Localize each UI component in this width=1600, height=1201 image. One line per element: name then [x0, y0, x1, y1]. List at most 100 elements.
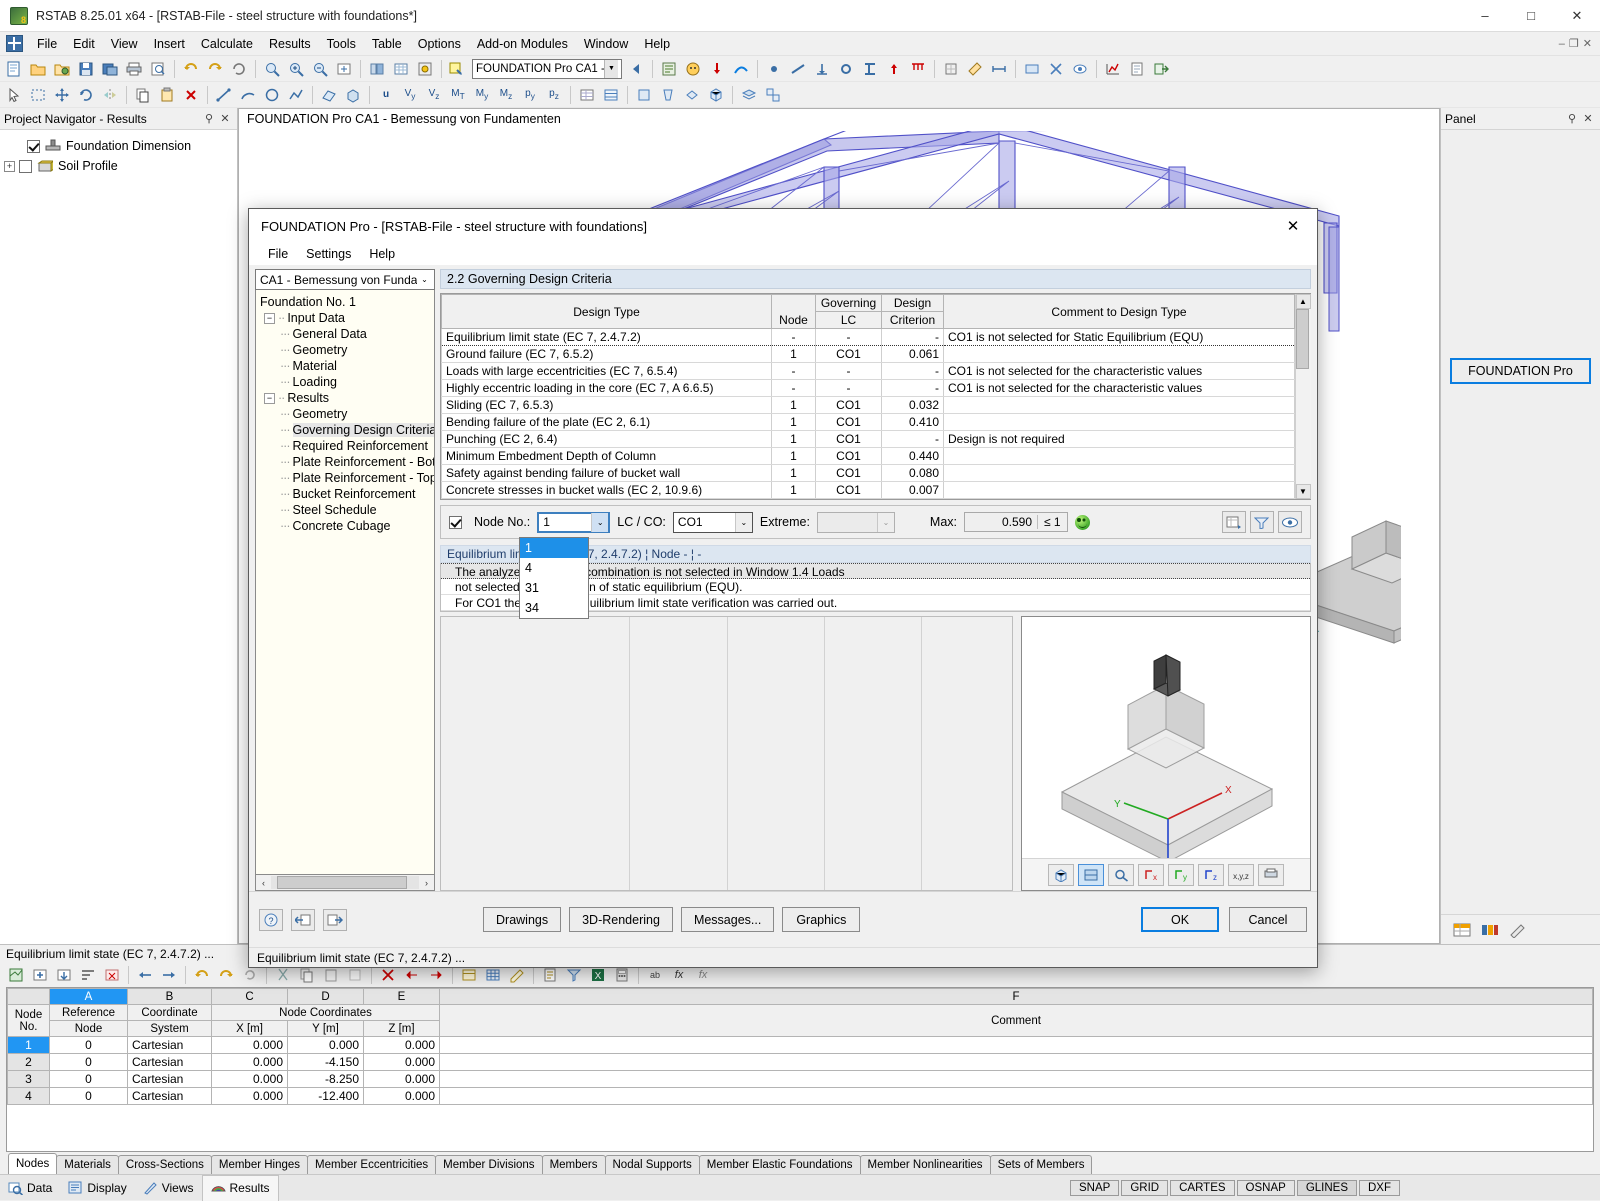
chevron-down-icon[interactable]: ⌄	[417, 275, 432, 284]
previous-window-icon[interactable]	[291, 908, 315, 931]
tab-materials[interactable]: Materials	[56, 1155, 119, 1174]
grid-snap-icon[interactable]	[940, 58, 962, 80]
dropdown-option-34[interactable]: 34	[520, 598, 588, 618]
mode-dxf[interactable]: DXF	[1359, 1179, 1400, 1196]
cell-reference-node[interactable]: 0	[49, 1087, 128, 1105]
menu-calculate[interactable]: Calculate	[193, 34, 261, 54]
tree-item-geometry-input[interactable]: ··· Geometry	[258, 342, 432, 358]
cell-coordinate-system[interactable]: Cartesian	[127, 1070, 212, 1088]
ux-deformation-icon[interactable]: u	[375, 84, 397, 106]
cell-comment[interactable]	[943, 345, 1295, 363]
dropdown-option-31[interactable]: 31	[520, 578, 588, 598]
cell-coordinate-system[interactable]: Cartesian	[127, 1053, 212, 1071]
save-all-icon[interactable]	[99, 58, 121, 80]
circle-draw-icon[interactable]	[261, 84, 283, 106]
cell-comment[interactable]	[943, 447, 1295, 465]
design-case-combo[interactable]: CA1 - Bemessung von Fundame ⌄	[255, 269, 435, 290]
criteria-row[interactable]: Ground failure (EC 7, 6.5.2) 1 CO1 0.061	[441, 345, 1295, 363]
cell-design-type[interactable]: Bending failure of the plate (EC 2, 6.1)	[441, 413, 772, 431]
cell-node[interactable]: 1	[771, 481, 816, 499]
node-icon[interactable]	[763, 58, 785, 80]
criteria-row[interactable]: Highly eccentric loading in the core (EC…	[441, 379, 1295, 397]
pz-load-icon[interactable]: pz	[543, 84, 565, 106]
cell-z[interactable]: 0.000	[363, 1036, 440, 1054]
criteria-row[interactable]: Punching (EC 2, 6.4) 1 CO1 - Design is n…	[441, 430, 1295, 448]
results-display-icon[interactable]	[682, 58, 704, 80]
column-letter-e[interactable]: E	[363, 988, 440, 1005]
cell-lc[interactable]: -	[815, 379, 882, 397]
graphics-button[interactable]: Graphics	[782, 907, 861, 932]
criteria-table-scrollbar[interactable]: ▲ ▼	[1295, 294, 1311, 499]
table-view-icon[interactable]	[576, 84, 598, 106]
cell-criterion[interactable]: -	[881, 362, 944, 380]
criteria-row[interactable]: Bending failure of the plate (EC 2, 6.1)…	[441, 413, 1295, 431]
help-icon[interactable]: ?	[259, 908, 283, 931]
viewer-iso-view-icon[interactable]	[1048, 863, 1074, 886]
row-number[interactable]: 3	[7, 1070, 50, 1088]
dialog-menu-file[interactable]: File	[259, 245, 297, 263]
criteria-row[interactable]: Safety against bending failure of bucket…	[441, 464, 1295, 482]
messages-button[interactable]: Messages...	[680, 907, 775, 932]
paste-icon[interactable]	[156, 84, 178, 106]
cell-x[interactable]: 0.000	[211, 1070, 288, 1088]
table-sort-icon[interactable]	[77, 964, 99, 986]
cell-comment[interactable]: CO1 is not selected for Static Equilibri…	[943, 328, 1295, 346]
scroll-thumb[interactable]	[1295, 309, 1309, 369]
doc-restore-icon[interactable]: ❐	[1569, 37, 1579, 50]
cell-node[interactable]: -	[771, 328, 816, 346]
tree-item-loading[interactable]: ··· Loading	[258, 374, 432, 390]
open-icon[interactable]	[27, 58, 49, 80]
cell-criterion[interactable]: 0.440	[881, 447, 944, 465]
tab-member-nonlinearities[interactable]: Member Nonlinearities	[859, 1155, 991, 1174]
open-recent-icon[interactable]	[51, 58, 73, 80]
extreme-combo[interactable]: ⌄	[816, 511, 895, 533]
group-icon[interactable]	[762, 84, 784, 106]
visibility-icon[interactable]	[1069, 58, 1091, 80]
layer-icon[interactable]	[738, 84, 760, 106]
close-icon[interactable]: ✕	[1580, 111, 1596, 127]
foundation-3d-viewer[interactable]: X Y Z x	[1021, 616, 1311, 891]
status-tab-views[interactable]: Views	[135, 1175, 202, 1201]
nav-next-icon[interactable]	[158, 964, 180, 986]
mode-snap[interactable]: SNAP	[1070, 1179, 1120, 1196]
mz-moment-icon[interactable]: Mz	[495, 84, 517, 106]
cell-comment[interactable]: CO1 is not selected for the characterist…	[943, 362, 1295, 380]
cell-node[interactable]: -	[771, 379, 816, 397]
tree-horizontal-scrollbar[interactable]: ‹ ›	[255, 875, 435, 891]
cell-node[interactable]: 1	[771, 430, 816, 448]
cross-section-icon[interactable]	[859, 58, 881, 80]
chevron-down-icon[interactable]: ▼	[604, 59, 618, 78]
rotate-icon[interactable]	[75, 84, 97, 106]
menu-table[interactable]: Table	[364, 34, 410, 54]
line-draw-icon[interactable]	[213, 84, 235, 106]
menu-file[interactable]: File	[29, 34, 65, 54]
mode-glines[interactable]: GLINES	[1296, 1179, 1357, 1196]
status-tab-display[interactable]: Display	[60, 1175, 134, 1201]
cell-lc[interactable]: CO1	[815, 481, 882, 499]
select-objects-icon[interactable]	[3, 84, 25, 106]
cell-comment[interactable]	[943, 413, 1295, 431]
checkbox-soil-profile[interactable]	[19, 159, 32, 173]
tree-item-concrete-cubage[interactable]: ··· Concrete Cubage	[258, 518, 432, 534]
cell-node[interactable]: -	[771, 362, 816, 380]
panel-legend-icon[interactable]	[1481, 922, 1499, 938]
cell-reference-node[interactable]: 0	[49, 1070, 128, 1088]
nav-prev-icon[interactable]	[134, 964, 156, 986]
menu-window[interactable]: Window	[576, 34, 636, 54]
cell-comment[interactable]	[943, 481, 1295, 499]
foundation-pro-button[interactable]: FOUNDATION Pro	[1450, 358, 1591, 384]
menu-insert[interactable]: Insert	[146, 34, 193, 54]
cell-design-type[interactable]: Safety against bending failure of bucket…	[441, 464, 772, 482]
tree-item-plate-reinforcement-top[interactable]: ··· Plate Reinforcement - Top	[258, 470, 434, 486]
menu-edit[interactable]: Edit	[65, 34, 103, 54]
solid-icon[interactable]	[342, 84, 364, 106]
tree-item-input-data[interactable]: − ·· Input Data	[258, 310, 432, 326]
cell-lc[interactable]: CO1	[815, 396, 882, 414]
cell-comment[interactable]	[943, 396, 1295, 414]
column-letter-c[interactable]: C	[211, 988, 288, 1005]
scroll-track[interactable]	[271, 876, 419, 889]
mode-grid[interactable]: GRID	[1121, 1179, 1169, 1196]
save-icon[interactable]	[75, 58, 97, 80]
wireframe-icon[interactable]	[390, 58, 412, 80]
render-mode-icon[interactable]	[366, 58, 388, 80]
